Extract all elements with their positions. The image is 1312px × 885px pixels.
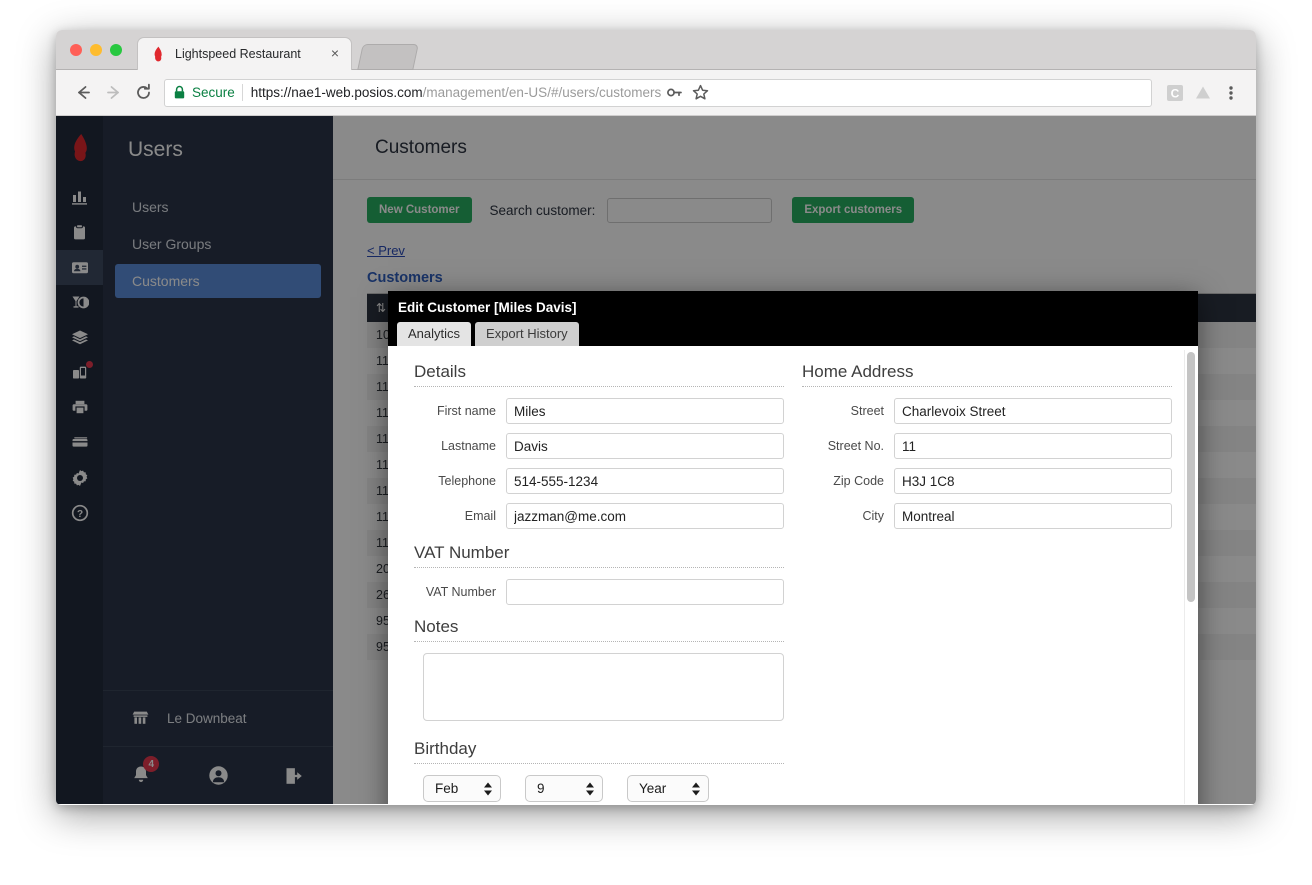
- minimize-window-button[interactable]: [90, 44, 102, 56]
- modal-right-column: Home Address Street Street No. Zip Code: [802, 362, 1172, 804]
- lock-icon: [173, 85, 186, 100]
- desktop-backdrop: Lightspeed Restaurant × Secure https://n…: [0, 0, 1312, 885]
- lastname-input[interactable]: [506, 433, 784, 459]
- birthday-year-value: Year: [639, 781, 667, 796]
- modal-body: Details First name Lastname Telephone: [388, 346, 1198, 804]
- street-input[interactable]: [894, 398, 1172, 424]
- birthday-day-value: 9: [537, 781, 545, 796]
- browser-tab-strip: Lightspeed Restaurant ×: [56, 30, 1256, 70]
- reload-button[interactable]: [128, 78, 158, 108]
- street-row: Street: [802, 398, 1172, 424]
- address-bar[interactable]: Secure https://nae1-web.posios.com/manag…: [164, 78, 1152, 107]
- window-controls: [70, 44, 122, 56]
- omnibox-divider: [241, 84, 243, 101]
- first-name-label: First name: [436, 404, 496, 418]
- first-name-input[interactable]: [506, 398, 784, 424]
- birthday-month-value: Feb: [435, 781, 459, 796]
- notes-wrapper: [414, 653, 784, 739]
- stepper-icon: [586, 782, 594, 795]
- lastname-label: Lastname: [441, 439, 496, 453]
- birthday-day-select[interactable]: 9: [525, 775, 603, 802]
- street-label: Street: [850, 404, 884, 418]
- new-tab-placeholder[interactable]: [357, 44, 419, 70]
- city-input[interactable]: [894, 503, 1172, 529]
- notes-textarea[interactable]: [423, 653, 784, 721]
- browser-window: Lightspeed Restaurant × Secure https://n…: [56, 30, 1256, 805]
- birthday-heading: Birthday: [414, 739, 784, 764]
- zip-code-input[interactable]: [894, 468, 1172, 494]
- birthday-month-select[interactable]: Feb: [423, 775, 501, 802]
- back-button[interactable]: [68, 78, 98, 108]
- lastname-row: Lastname: [414, 433, 784, 459]
- zip-code-row: Zip Code: [802, 468, 1172, 494]
- chrome-menu-icon[interactable]: [1218, 83, 1244, 103]
- edit-customer-modal: Edit Customer [Miles Davis] Analytics Ex…: [388, 291, 1198, 804]
- browser-tab-title: Lightspeed Restaurant: [175, 47, 301, 61]
- extension-c-icon[interactable]: C: [1162, 83, 1188, 103]
- city-label: City: [862, 509, 884, 523]
- telephone-row: Telephone: [414, 468, 784, 494]
- stepper-icon: [484, 782, 492, 795]
- key-icon[interactable]: [661, 84, 687, 101]
- street-no-input[interactable]: [894, 433, 1172, 459]
- vat-heading: VAT Number: [414, 543, 784, 568]
- birthday-selects: Feb 9 Year: [414, 775, 784, 802]
- first-name-row: First name: [414, 398, 784, 424]
- forward-button[interactable]: [98, 78, 128, 108]
- lightspeed-flame-icon: [150, 46, 166, 62]
- svg-text:C: C: [1171, 86, 1180, 100]
- details-heading: Details: [414, 362, 784, 387]
- tab-analytics[interactable]: Analytics: [397, 322, 472, 346]
- modal-scrollbar-thumb[interactable]: [1187, 352, 1195, 602]
- vat-input[interactable]: [506, 579, 784, 605]
- maximize-window-button[interactable]: [110, 44, 122, 56]
- street-no-row: Street No.: [802, 433, 1172, 459]
- home-address-heading: Home Address: [802, 362, 1172, 387]
- stepper-icon: [692, 782, 700, 795]
- email-input[interactable]: [506, 503, 784, 529]
- tab-export-history[interactable]: Export History: [475, 322, 579, 346]
- email-label: Email: [464, 509, 496, 523]
- telephone-input[interactable]: [506, 468, 784, 494]
- star-icon[interactable]: [687, 84, 713, 101]
- notes-heading: Notes: [414, 617, 784, 642]
- drive-icon[interactable]: [1190, 83, 1216, 103]
- modal-left-column: Details First name Lastname Telephone: [414, 362, 784, 804]
- modal-tabs: Analytics Export History: [388, 320, 1198, 346]
- street-no-label: Street No.: [827, 439, 884, 453]
- vat-label: VAT Number: [425, 585, 496, 599]
- app-viewport: ? Users Users User Groups Customers Le D…: [56, 116, 1256, 804]
- modal-scrollbar[interactable]: [1184, 350, 1196, 804]
- zip-code-label: Zip Code: [833, 474, 884, 488]
- url-host: https://nae1-web.posios.com: [250, 85, 423, 100]
- email-row: Email: [414, 503, 784, 529]
- close-window-button[interactable]: [70, 44, 82, 56]
- browser-toolbar: Secure https://nae1-web.posios.com/manag…: [56, 70, 1256, 116]
- modal-scroll-area: Details First name Lastname Telephone: [388, 346, 1198, 804]
- birthday-year-select[interactable]: Year: [627, 775, 709, 802]
- city-row: City: [802, 503, 1172, 529]
- telephone-label: Telephone: [438, 474, 496, 488]
- browser-tab[interactable]: Lightspeed Restaurant ×: [137, 37, 352, 70]
- secure-label: Secure: [192, 85, 235, 100]
- url-path: /management/en-US/#/users/customers: [422, 85, 662, 100]
- modal-title: Edit Customer [Miles Davis]: [388, 291, 1198, 320]
- vat-row: VAT Number: [414, 579, 784, 605]
- close-tab-button[interactable]: ×: [327, 46, 343, 62]
- url-text: https://nae1-web.posios.com/management/e…: [251, 85, 661, 100]
